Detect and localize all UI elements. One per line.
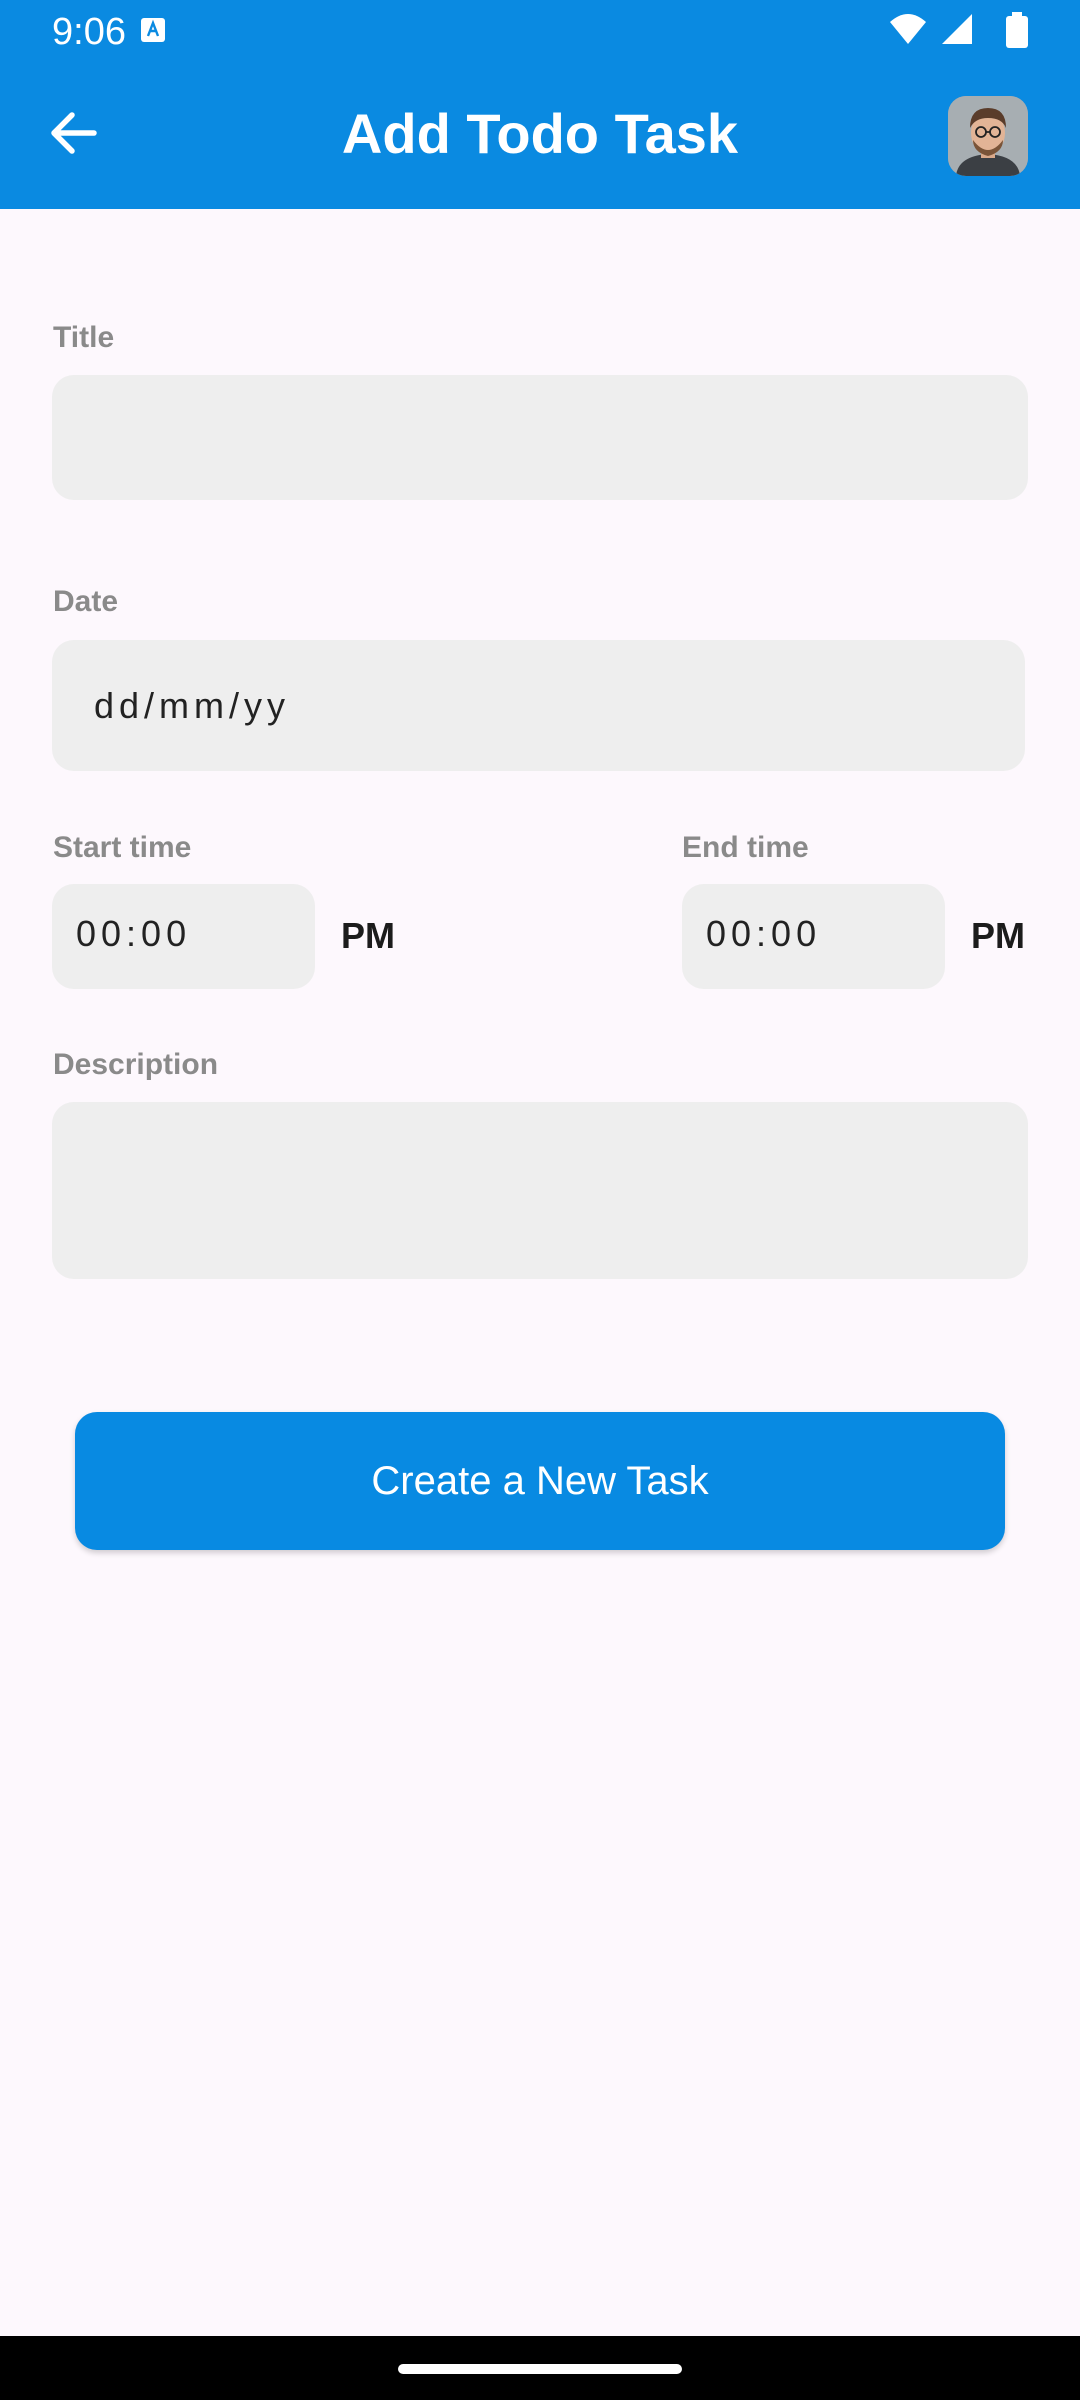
user-avatar[interactable] [948,96,1028,176]
description-input[interactable] [52,1102,1028,1279]
date-placeholder: dd/mm/yy [94,685,291,726]
create-task-button[interactable]: Create a New Task [75,1412,1005,1550]
wifi-icon [890,14,926,44]
start-time-ampm[interactable]: PM [341,916,395,956]
description-label: Description [53,1048,219,1081]
title-label: Title [53,321,115,354]
start-time-input[interactable]: 00:00 [52,884,315,989]
battery-icon [1006,12,1028,48]
page-title: Add Todo Task [341,102,739,165]
start-time-value: 00:00 [76,913,192,954]
end-time-input[interactable]: 00:00 [682,884,945,989]
title-input[interactable] [52,375,1028,500]
keyboard-notification-icon [141,18,165,42]
start-time-label: Start time [53,831,192,864]
app-bar: 9:06 Add Todo Task [0,0,1080,209]
home-gesture-handle[interactable] [398,2364,682,2374]
date-input[interactable]: dd/mm/yy [52,640,1025,771]
status-icons [888,12,1028,48]
status-time: 9:06 [52,11,126,53]
end-time-value: 00:00 [706,913,822,954]
end-time-ampm[interactable]: PM [971,916,1025,956]
signal-icon [942,14,972,44]
end-time-label: End time [682,831,809,864]
date-label: Date [53,585,119,618]
system-nav-bar [0,2336,1080,2400]
